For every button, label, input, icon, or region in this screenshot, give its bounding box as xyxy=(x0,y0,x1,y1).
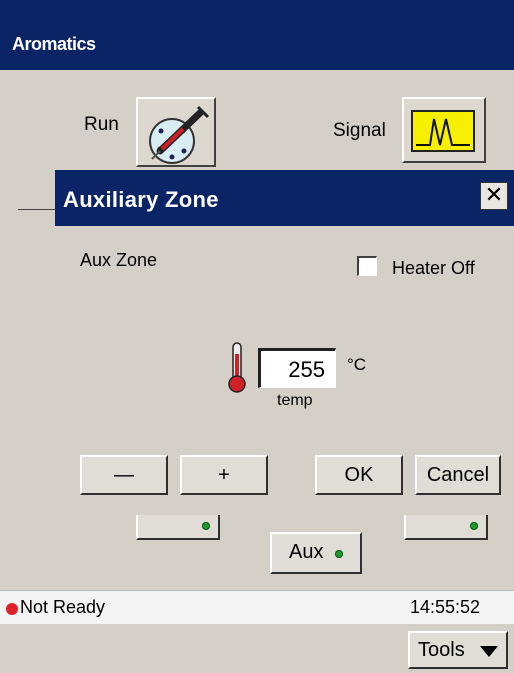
status-bar: Not Ready 14:55:52 xyxy=(0,590,514,625)
app-title: Aromatics xyxy=(12,34,96,54)
cancel-label: Cancel xyxy=(426,464,490,486)
signal-label: Signal xyxy=(333,120,386,141)
status-text: Not Ready xyxy=(20,597,106,617)
temp-caption: temp xyxy=(277,392,313,409)
temp-value: 255 xyxy=(288,357,325,382)
tools-button[interactable]: Tools xyxy=(408,631,508,669)
aux-status-led xyxy=(335,550,344,558)
increment-button[interactable]: + xyxy=(180,455,268,495)
temp-field[interactable]: 255 xyxy=(258,348,336,388)
temp-unit: °C xyxy=(347,355,367,374)
aux-button-label: Aux xyxy=(288,541,324,563)
inlet-status-led xyxy=(470,522,478,530)
aux-button[interactable]: Aux xyxy=(270,532,362,574)
run-label: Run xyxy=(84,114,119,135)
minus-label: — xyxy=(114,464,134,486)
cancel-button[interactable]: Cancel xyxy=(415,455,501,495)
panel-divider xyxy=(18,209,58,210)
decrement-button[interactable]: — xyxy=(80,455,168,495)
ok-button[interactable]: OK xyxy=(315,455,403,495)
dialog-title-bar: Auxiliary Zone ✕ xyxy=(55,170,514,226)
run-button[interactable] xyxy=(136,97,216,167)
ok-label: OK xyxy=(344,464,374,486)
dialog-title: Auxiliary Zone xyxy=(63,187,219,212)
thermometer-icon xyxy=(228,342,246,393)
auxiliary-zone-dialog: Auxiliary Zone ✕ Aux Zone Heater Off 255… xyxy=(55,170,514,515)
heater-off-label: Heater Off xyxy=(392,258,475,278)
syringe-icon xyxy=(149,105,210,164)
aux-zone-label: Aux Zone xyxy=(80,250,158,270)
bottom-bar: Tools xyxy=(0,624,514,673)
triangle-down-icon xyxy=(480,646,498,657)
status-time: 14:55:52 xyxy=(410,597,481,617)
plus-label: + xyxy=(218,464,230,486)
status-indicator-icon xyxy=(6,603,18,615)
detector-status-led xyxy=(202,522,210,530)
signal-chromatogram-icon xyxy=(411,110,475,152)
app-title-bar: Aromatics xyxy=(0,0,514,70)
tools-label: Tools xyxy=(418,639,465,661)
heater-off-checkbox[interactable] xyxy=(357,256,377,276)
close-icon: ✕ xyxy=(484,182,504,207)
signal-button[interactable] xyxy=(402,97,486,163)
dialog-close-button[interactable]: ✕ xyxy=(480,182,508,210)
